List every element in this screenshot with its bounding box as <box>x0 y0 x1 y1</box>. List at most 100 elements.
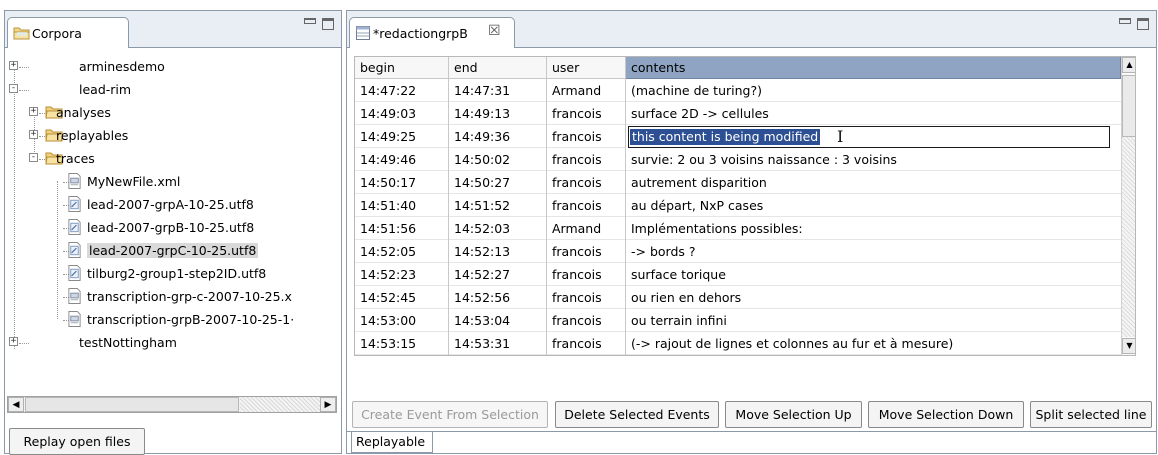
tree-item[interactable]: transcription-grpB-2007-10-25-1· <box>9 309 335 331</box>
table-cell-contents[interactable]: surface 2D -> cellules <box>626 102 1121 125</box>
column-header-user[interactable]: user <box>547 57 626 79</box>
table-cell-end[interactable]: 14:52:03 <box>449 217 547 240</box>
table-cell-end[interactable]: 14:52:56 <box>449 286 547 309</box>
vertical-scroll-thumb[interactable] <box>1122 75 1135 137</box>
delete-selected-events-button[interactable]: Delete Selected Events <box>555 401 719 428</box>
table-cell-begin[interactable]: 14:52:23 <box>355 263 449 286</box>
table-cell-begin[interactable]: 14:50:17 <box>355 171 449 194</box>
move-selection-down-button[interactable]: Move Selection Down <box>868 401 1024 428</box>
editor-tab-bar: *redactiongrpB ☒ <box>347 11 1156 48</box>
text-file-icon <box>68 219 81 235</box>
table-cell-end[interactable]: 14:49:13 <box>449 102 547 125</box>
table-cell-end[interactable]: 14:50:02 <box>449 148 547 171</box>
tree-item[interactable]: + testNottingham <box>9 332 335 354</box>
split-selected-line-button[interactable]: Split selected line <box>1030 401 1152 428</box>
table-cell-begin[interactable]: 14:49:25 <box>355 125 449 148</box>
table-cell-user[interactable]: francois <box>547 240 626 263</box>
tab-redactiongrpB[interactable]: *redactiongrpB ☒ <box>349 17 515 48</box>
table-cell-user[interactable]: francois <box>547 263 626 286</box>
tree-item[interactable]: lead-2007-grpA-10-25.utf8 <box>9 194 335 216</box>
table-cell-end[interactable]: 14:53:31 <box>449 332 547 355</box>
scroll-thumb[interactable] <box>25 397 239 412</box>
tree-item-label: MyNewFile.xml <box>87 174 181 189</box>
tree-item[interactable]: + analyses <box>9 102 335 124</box>
table-cell-user[interactable]: francois <box>547 332 626 355</box>
tab-replayable[interactable]: Replayable <box>351 432 433 453</box>
tree-item[interactable]: + arminesdemo <box>9 56 335 78</box>
corpora-tab-bar: Corpora <box>5 11 341 48</box>
column-header-begin[interactable]: begin <box>355 57 449 79</box>
table-cell-begin[interactable]: 14:52:45 <box>355 286 449 309</box>
collapse-icon[interactable]: - <box>29 153 38 162</box>
table-cell-contents[interactable]: autrement disparition <box>626 171 1121 194</box>
table-cell-begin[interactable]: 14:52:05 <box>355 240 449 263</box>
replay-open-files-button[interactable]: Replay open files <box>9 428 145 455</box>
table-cell-user[interactable]: francois <box>547 102 626 125</box>
table-cell-end[interactable]: 14:51:52 <box>449 194 547 217</box>
tree-item[interactable]: lead-2007-grpB-10-25.utf8 <box>9 217 335 239</box>
scroll-track[interactable] <box>240 397 320 412</box>
table-cell-user[interactable]: francois <box>547 148 626 171</box>
table-cell-end[interactable]: 14:47:31 <box>449 79 547 102</box>
tree-item[interactable]: transcription-grp-c-2007-10-25.x <box>9 286 335 308</box>
table-cell-user[interactable]: francois <box>547 286 626 309</box>
table-cell-begin[interactable]: 14:49:46 <box>355 148 449 171</box>
tree-item[interactable]: MyNewFile.xml <box>9 171 335 193</box>
table-cell-begin[interactable]: 14:53:15 <box>355 332 449 355</box>
table-cell-contents[interactable]: Implémentations possibles: <box>626 217 1121 240</box>
table-cell-contents[interactable]: (machine de turing?) <box>626 79 1121 102</box>
table-cell-begin[interactable]: 14:53:00 <box>355 309 449 332</box>
table-cell-end[interactable]: 14:50:27 <box>449 171 547 194</box>
scroll-up-icon[interactable]: ▲ <box>1122 57 1135 73</box>
expand-icon[interactable]: + <box>29 130 38 139</box>
column-header-end[interactable]: end <box>449 57 547 79</box>
tree-item[interactable]: tilburg2-group1-step2ID.utf8 <box>9 263 335 285</box>
table-cell-begin[interactable]: 14:47:22 <box>355 79 449 102</box>
move-selection-up-button[interactable]: Move Selection Up <box>725 401 862 428</box>
text-file-icon <box>68 242 81 258</box>
expand-icon[interactable]: + <box>29 107 38 116</box>
create-event-from-selection-button[interactable]: Create Event From Selection <box>352 401 548 428</box>
expand-icon[interactable]: + <box>9 337 18 346</box>
table-cell-end[interactable]: 14:52:13 <box>449 240 547 263</box>
scroll-right-icon[interactable]: ▶ <box>320 397 336 412</box>
cell-edit-input[interactable]: this content is being modified I <box>628 126 1110 148</box>
table-vertical-scrollbar[interactable]: ▲ ▼ <box>1121 57 1135 355</box>
table-cell-user[interactable]: francois <box>547 309 626 332</box>
table-cell-contents[interactable]: surface torique <box>626 263 1121 286</box>
table-cell-contents[interactable]: survie: 2 ou 3 voisins naissance : 3 voi… <box>626 148 1121 171</box>
tree-item[interactable]: - traces <box>9 148 335 170</box>
table-cell-end[interactable]: 14:53:04 <box>449 309 547 332</box>
table-cell-begin[interactable]: 14:51:40 <box>355 194 449 217</box>
tree-item[interactable]: - lead-rim <box>9 79 335 101</box>
expand-icon[interactable]: + <box>9 61 18 70</box>
tree-item[interactable]: lead-2007-grpC-10-25.utf8 <box>9 240 335 262</box>
column-separator <box>448 79 449 355</box>
scroll-left-icon[interactable]: ◀ <box>8 397 24 412</box>
column-header-contents[interactable]: contents <box>626 57 1121 79</box>
table-cell-begin[interactable]: 14:51:56 <box>355 217 449 240</box>
close-tab-icon[interactable]: ☒ <box>488 23 501 39</box>
table-cell-begin[interactable]: 14:49:03 <box>355 102 449 125</box>
table-cell-contents[interactable]: -> bords ? <box>626 240 1121 263</box>
table-cell-contents[interactable]: (-> rajout de lignes et colonnes au fur … <box>626 332 1121 355</box>
table-cell-end[interactable]: 14:52:27 <box>449 263 547 286</box>
table-cell-end[interactable]: 14:49:36 <box>449 125 547 148</box>
tab-corpora[interactable]: Corpora <box>7 17 129 48</box>
table-cell-user[interactable]: francois <box>547 194 626 217</box>
tree-item-label: arminesdemo <box>79 59 165 74</box>
table-cell-contents[interactable]: ou terrain infini <box>626 309 1121 332</box>
scroll-down-icon[interactable]: ▼ <box>1122 338 1135 354</box>
table-cell-user[interactable]: francois <box>547 171 626 194</box>
selected-text: this content is being modified <box>630 129 821 145</box>
table-cell-contents[interactable]: au départ, NxP cases <box>626 194 1121 217</box>
tree-item-label: testNottingham <box>79 335 177 350</box>
table-cell-contents[interactable]: ou rien en dehors <box>626 286 1121 309</box>
tree-item[interactable]: + replayables <box>9 125 335 147</box>
vertical-scroll-track[interactable] <box>1122 137 1135 337</box>
collapse-icon[interactable]: - <box>9 84 18 93</box>
tree-horizontal-scrollbar[interactable]: ◀ ▶ <box>7 396 337 413</box>
table-cell-user[interactable]: Armand <box>547 217 626 240</box>
table-cell-user[interactable]: Armand <box>547 79 626 102</box>
table-cell-user[interactable]: francois <box>547 125 626 148</box>
